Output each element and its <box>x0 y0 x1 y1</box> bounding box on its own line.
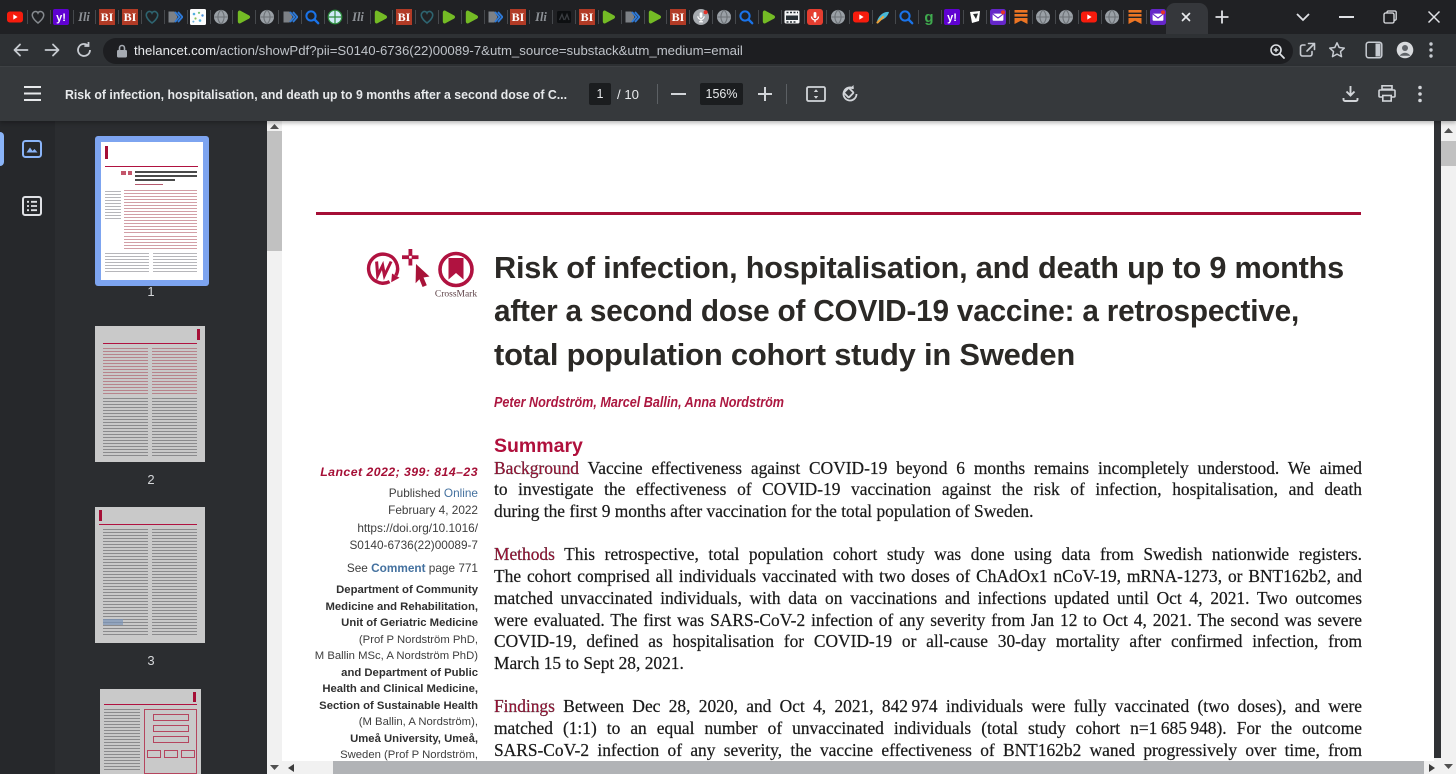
svg-text:Ili: Ili <box>351 10 364 24</box>
svg-text:CrossMark: CrossMark <box>435 290 477 300</box>
svg-text:Ili: Ili <box>77 10 90 24</box>
svg-text:BI: BI <box>123 10 136 24</box>
svg-text:g: g <box>925 9 934 25</box>
svg-text:BI: BI <box>100 10 113 24</box>
svg-text:y!: y! <box>56 12 66 24</box>
svg-text:BI: BI <box>580 10 593 24</box>
svg-text:BI: BI <box>397 10 410 24</box>
svg-text:BI: BI <box>512 10 525 24</box>
svg-text:BI: BI <box>672 10 685 24</box>
svg-text:Ili: Ili <box>534 10 547 24</box>
svg-text:y!: y! <box>947 12 957 24</box>
